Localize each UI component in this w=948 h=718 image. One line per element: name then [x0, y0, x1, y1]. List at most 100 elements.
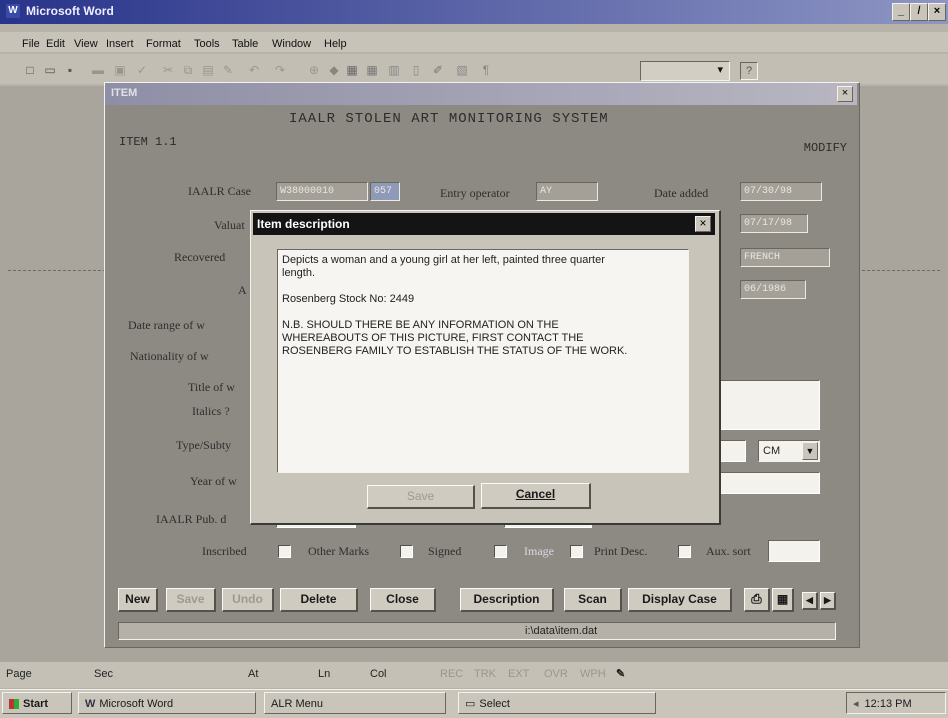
menu-file[interactable]: File	[22, 38, 40, 50]
taskbar-word-label: Microsoft Word	[99, 698, 174, 710]
item-id: ITEM 1.1	[119, 135, 177, 149]
unit-value: CM	[763, 445, 781, 457]
close-button[interactable]: ×	[928, 3, 946, 21]
unit-dropdown-chevron-icon[interactable]: ▼	[802, 442, 818, 460]
copy-icon[interactable]: ⧉	[180, 63, 196, 77]
window-controls: _ ̸ ×	[892, 3, 948, 21]
title-of-work-label: Title of w	[188, 380, 235, 394]
format-painter-icon[interactable]: ✎	[220, 63, 236, 77]
start-label: Start	[23, 698, 49, 710]
case-suffix-field[interactable]: 057	[370, 182, 400, 201]
hyperlink-icon[interactable]: ⊕	[306, 63, 322, 77]
next-record-icon[interactable]: ▶	[820, 592, 836, 610]
print-desc-checkbox[interactable]	[678, 545, 691, 558]
clock: 12:13 PM	[864, 698, 912, 710]
menu-insert[interactable]: Insert	[106, 38, 134, 50]
menu-tools[interactable]: Tools	[194, 38, 220, 50]
document-map-icon[interactable]: ▧	[454, 63, 470, 77]
status-col: Col	[370, 668, 387, 680]
taskbar-select[interactable]: ▭ Select	[458, 692, 656, 714]
open-folder-icon[interactable]: ▭	[42, 63, 58, 77]
image-checkbox[interactable]	[570, 545, 583, 558]
print-icon[interactable]: ⎙	[744, 588, 770, 612]
case-number-field[interactable]: W38000010	[276, 182, 368, 201]
close-form-button[interactable]: Close	[370, 588, 436, 612]
pub-label: IAALR Pub. d	[156, 512, 227, 526]
taskbar-word[interactable]: W Microsoft Word	[78, 692, 256, 714]
save-button[interactable]: Save	[166, 588, 216, 612]
save-disk-icon[interactable]: ▪	[62, 63, 78, 77]
menu-edit[interactable]: Edit	[46, 38, 65, 50]
paste-icon[interactable]: ▤	[200, 63, 216, 77]
delete-button[interactable]: Delete	[280, 588, 358, 612]
inscribed-checkbox[interactable]	[278, 545, 291, 558]
unit-select[interactable]: CM ▼	[758, 440, 820, 462]
entry-operator-field[interactable]: AY	[536, 182, 598, 201]
title-field-right[interactable]	[716, 380, 820, 430]
item-window-close-icon[interactable]: ×	[837, 86, 853, 102]
scan-button[interactable]: Scan	[564, 588, 622, 612]
description-textarea[interactable]: Depicts a woman and a young girl at her …	[277, 249, 689, 473]
maximize-button[interactable]: ̸	[910, 3, 928, 21]
web-toolbar-icon[interactable]: ◆	[326, 63, 342, 77]
date-added-field[interactable]: 07/30/98	[740, 182, 822, 201]
other-marks-checkbox[interactable]	[400, 545, 413, 558]
tables-icon[interactable]: ▦	[344, 63, 360, 77]
calculator-icon[interactable]: ▦	[772, 588, 794, 612]
speaker-icon[interactable]: ◂	[853, 698, 859, 710]
print-icon[interactable]: ▬	[90, 63, 106, 77]
description-button[interactable]: Description	[460, 588, 554, 612]
signed-label: Signed	[428, 544, 462, 558]
cut-icon[interactable]: ✂	[160, 63, 176, 77]
new-button[interactable]: New	[118, 588, 158, 612]
menu-window[interactable]: Window	[272, 38, 311, 50]
display-case-button[interactable]: Display Case	[628, 588, 732, 612]
status-page: Page	[6, 668, 32, 680]
signed-checkbox[interactable]	[494, 545, 507, 558]
status-ext: EXT	[508, 668, 530, 680]
show-hide-icon[interactable]: ¶	[478, 63, 494, 77]
status-ln: Ln	[318, 668, 331, 680]
spelling-icon[interactable]: ✓	[134, 63, 150, 77]
zoom-select[interactable]: ▾	[640, 61, 730, 81]
app-heading: IAALR STOLEN ART MONITORING SYSTEM	[289, 111, 609, 127]
mode-label: MODIFY	[803, 141, 847, 155]
menu-view[interactable]: View	[74, 38, 98, 50]
new-document-icon[interactable]: □	[22, 63, 38, 77]
dialog-close-icon[interactable]: ×	[695, 216, 711, 232]
aux-sort-label: Aux. sort	[706, 544, 751, 558]
start-button[interactable]: Start	[2, 692, 72, 714]
a-label: A	[238, 283, 247, 297]
aux-sort-field[interactable]	[768, 540, 820, 562]
taskbar-alr-menu[interactable]: ALR Menu	[264, 692, 446, 714]
case-label: IAALR Case	[188, 184, 251, 198]
redo-icon[interactable]: ↷	[272, 63, 288, 77]
other-marks-label: Other Marks	[308, 544, 369, 558]
drawing-icon[interactable]: ✐	[430, 63, 446, 77]
date-field-2[interactable]: 07/17/98	[740, 214, 808, 233]
help-icon[interactable]: ?	[740, 62, 758, 80]
print-preview-icon[interactable]: ▣	[112, 63, 128, 77]
print-desc-label: Print Desc.	[594, 544, 648, 558]
previous-record-icon[interactable]: ◀	[802, 592, 818, 610]
menu-table[interactable]: Table	[232, 38, 258, 50]
taskbar-select-label: Select	[479, 698, 510, 710]
minimize-button[interactable]: _	[892, 3, 910, 21]
entry-operator-label: Entry operator	[440, 186, 510, 200]
year-field-right[interactable]	[716, 472, 820, 494]
insert-table-icon[interactable]: ▦	[364, 63, 380, 77]
dialog-save-button[interactable]: Save	[367, 485, 475, 509]
dialog-cancel-button[interactable]: Cancel	[481, 483, 591, 509]
undo-button[interactable]: Undo	[222, 588, 274, 612]
spelling-status-icon[interactable]: ✎	[612, 666, 625, 683]
insert-excel-icon[interactable]: ▥	[386, 63, 402, 77]
menu-help[interactable]: Help	[324, 38, 347, 50]
menu-format[interactable]: Format	[146, 38, 181, 50]
date-field-4[interactable]: 06/1986	[740, 280, 806, 299]
status-wph: WPH	[580, 668, 606, 680]
nationality-field[interactable]: FRENCH	[740, 248, 830, 267]
system-tray: ◂ 12:13 PM	[846, 692, 946, 714]
status-sec: Sec	[94, 668, 113, 680]
columns-icon[interactable]: ▯	[408, 63, 424, 77]
undo-icon[interactable]: ↶	[246, 63, 262, 77]
